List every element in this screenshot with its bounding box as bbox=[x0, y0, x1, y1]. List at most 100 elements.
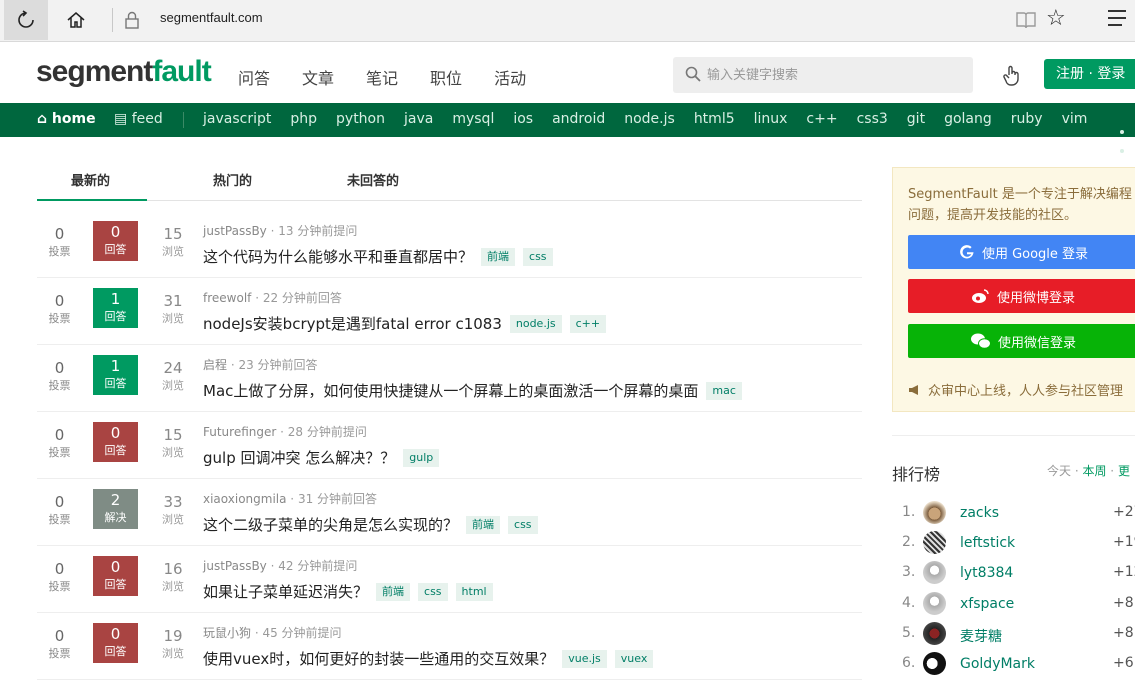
tag-nav-item[interactable]: golang bbox=[944, 111, 992, 127]
wechat-login-button[interactable]: 使用微信登录 bbox=[908, 324, 1135, 358]
signup-login-button[interactable]: 注册 · 登录 bbox=[1044, 59, 1135, 89]
weibo-login-button[interactable]: 使用微博登录 bbox=[908, 279, 1135, 313]
question-time: 23 分钟前回答 bbox=[238, 358, 318, 372]
tag-nav-home[interactable]: ⌂ home bbox=[37, 111, 96, 127]
tag-nav-item[interactable]: java bbox=[404, 111, 433, 127]
tab-hot[interactable]: 热门的 bbox=[213, 170, 252, 189]
ranking-user[interactable]: GoldyMark bbox=[960, 656, 1035, 672]
question-time: 28 分钟前提问 bbox=[287, 425, 367, 439]
home-icon: ⌂ bbox=[37, 111, 48, 127]
question-tag[interactable]: mac bbox=[706, 381, 742, 400]
ranking-tab-more[interactable]: 更 bbox=[1118, 464, 1130, 478]
ranking-user[interactable]: lyt8384 bbox=[960, 565, 1013, 581]
question-tag[interactable]: css bbox=[418, 582, 448, 601]
hub-menu-icon[interactable] bbox=[1108, 10, 1130, 30]
tag-nav-bar: ⌂ home ▤ feed javascript php python java… bbox=[0, 103, 1135, 153]
tag-nav-item[interactable]: css3 bbox=[857, 111, 888, 127]
answer-count-badge: 0 回答 bbox=[93, 556, 138, 596]
ranking-index: 1. bbox=[902, 504, 916, 520]
question-title[interactable]: 使用vuex时，如何更好的封装一些通用的交互效果？ bbox=[203, 648, 554, 669]
review-center-notice[interactable]: 众审中心上线，人人参与社区管理 bbox=[908, 380, 1123, 399]
tag-nav-item[interactable]: html5 bbox=[694, 111, 735, 127]
favorite-star-icon[interactable]: ☆ bbox=[1046, 6, 1066, 31]
more-tags-icon[interactable] bbox=[1120, 119, 1135, 157]
question-tag[interactable]: html bbox=[455, 582, 493, 601]
tag-nav-item[interactable]: android bbox=[552, 111, 605, 127]
view-number: 33 bbox=[163, 493, 183, 511]
answer-number: 0 bbox=[110, 223, 121, 241]
question-tag[interactable]: vuex bbox=[614, 649, 654, 668]
tag-nav-item[interactable]: linux bbox=[754, 111, 788, 127]
ranking-row: 3. lyt8384 +12 bbox=[892, 557, 1135, 587]
question-title[interactable]: 如果让子菜单延迟消失？ bbox=[203, 581, 368, 602]
question-author[interactable]: justPassBy bbox=[203, 224, 267, 238]
question-row: 0 投票 0 回答 19 浏览 玩鼠小狗 · 45 分钟前提问 使用vuex时，… bbox=[37, 613, 862, 680]
avatar[interactable] bbox=[923, 621, 946, 645]
answer-label: 回答 bbox=[104, 377, 127, 390]
nav-item-questions[interactable]: 问答 bbox=[238, 65, 270, 89]
ranking-user[interactable]: leftstick bbox=[960, 535, 1015, 551]
tag-nav-item[interactable]: mysql bbox=[452, 111, 494, 127]
question-author[interactable]: justPassBy bbox=[203, 559, 267, 573]
tab-unanswered[interactable]: 未回答的 bbox=[347, 170, 399, 189]
question-author[interactable]: Futurefinger bbox=[203, 425, 276, 439]
nav-item-events[interactable]: 活动 bbox=[494, 65, 526, 89]
tag-nav-item[interactable]: c++ bbox=[806, 111, 837, 127]
question-row: 0 投票 0 回答 15 浏览 Futurefinger · 28 分钟前提问 … bbox=[37, 412, 862, 479]
ranking-user[interactable]: zacks bbox=[960, 505, 999, 521]
question-author[interactable]: 玩鼠小狗 bbox=[203, 626, 251, 640]
question-tag[interactable]: gulp bbox=[403, 448, 440, 467]
tag-nav-item[interactable]: ios bbox=[513, 111, 533, 127]
view-count: 16 浏览 bbox=[153, 560, 193, 594]
tag-nav-item[interactable]: ruby bbox=[1011, 111, 1043, 127]
reading-view-icon[interactable] bbox=[1015, 9, 1037, 31]
avatar[interactable] bbox=[923, 561, 946, 585]
question-tag[interactable]: css bbox=[523, 247, 553, 266]
avatar[interactable] bbox=[923, 531, 946, 555]
question-title[interactable]: gulp 回调冲突 怎么解决？？ bbox=[203, 447, 395, 468]
question-title[interactable]: 这个二级子菜单的尖角是怎么实现的？ bbox=[203, 514, 458, 535]
address-bar[interactable]: segmentfault.com bbox=[160, 10, 263, 25]
search-input[interactable] bbox=[707, 57, 962, 93]
question-tag[interactable]: 前端 bbox=[376, 582, 411, 601]
avatar[interactable] bbox=[923, 591, 946, 615]
vote-number: 0 bbox=[54, 627, 65, 645]
google-login-button[interactable]: 使用 Google 登录 bbox=[908, 235, 1135, 269]
question-title[interactable]: 这个代码为什么能够水平和垂直都居中？ bbox=[203, 246, 473, 267]
site-logo[interactable]: segmentfault bbox=[36, 55, 212, 89]
tab-newest[interactable]: 最新的 bbox=[71, 170, 110, 189]
ranking-tab-today[interactable]: 今天 bbox=[1047, 464, 1071, 478]
question-tag[interactable]: node.js bbox=[509, 314, 562, 333]
tag-nav-item[interactable]: vim bbox=[1062, 111, 1088, 127]
question-author[interactable]: 启程 bbox=[203, 358, 227, 372]
question-author[interactable]: xiaoxiongmila bbox=[203, 492, 286, 506]
question-title[interactable]: nodeJs安装bcrypt是遇到fatal error c1083 bbox=[203, 313, 502, 334]
question-title-line: 这个二级子菜单的尖角是怎么实现的？ 前端 css bbox=[203, 514, 538, 535]
question-tag[interactable]: vue.js bbox=[562, 649, 607, 668]
ranking-user[interactable]: xfspace bbox=[960, 596, 1014, 612]
nav-item-articles[interactable]: 文章 bbox=[302, 65, 334, 89]
home-button[interactable] bbox=[56, 0, 96, 40]
question-author[interactable]: freewolf bbox=[203, 291, 251, 305]
ranking-user[interactable]: 麦芽糖 bbox=[960, 626, 1002, 646]
question-tag[interactable]: c++ bbox=[569, 314, 607, 333]
pointer-hand-icon[interactable] bbox=[1002, 65, 1022, 87]
question-tag[interactable]: 前端 bbox=[466, 515, 501, 534]
tag-nav-item[interactable]: javascript bbox=[203, 111, 271, 127]
nav-item-jobs[interactable]: 职位 bbox=[430, 65, 462, 89]
tag-nav-item[interactable]: python bbox=[336, 111, 385, 127]
question-tag[interactable]: css bbox=[508, 515, 538, 534]
avatar[interactable] bbox=[923, 501, 946, 524]
tag-nav-item[interactable]: php bbox=[290, 111, 317, 127]
nav-item-notes[interactable]: 笔记 bbox=[366, 65, 398, 89]
question-title[interactable]: Mac上做了分屏，如何使用快捷键从一个屏幕上的桌面激活一个屏幕的桌面 bbox=[203, 380, 698, 401]
answer-label: 回答 bbox=[104, 645, 127, 658]
tag-nav-feed[interactable]: ▤ feed bbox=[114, 111, 163, 127]
ranking-tab-week[interactable]: 本周 bbox=[1082, 464, 1106, 478]
question-tag[interactable]: 前端 bbox=[481, 247, 516, 266]
avatar[interactable] bbox=[923, 651, 946, 675]
vote-number: 0 bbox=[54, 493, 65, 511]
tag-nav-item[interactable]: node.js bbox=[624, 111, 675, 127]
tag-nav-item[interactable]: git bbox=[907, 111, 925, 127]
refresh-button[interactable] bbox=[4, 0, 48, 40]
